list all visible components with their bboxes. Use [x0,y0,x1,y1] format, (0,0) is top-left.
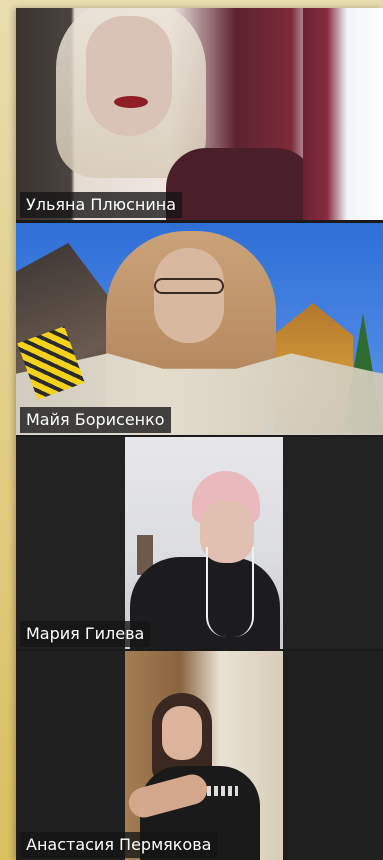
participant-name-label: Мария Гилева [20,621,151,647]
participant-video-feed [16,651,383,860]
video-gallery: Ульяна Плюснина Майя Борисенко Мария Гил… [16,8,383,860]
participant-name-label: Ульяна Плюснина [20,192,183,218]
participant-video-feed [16,223,383,435]
participant-tile-ulyana[interactable]: Ульяна Плюснина [16,8,383,220]
participant-name-label: Анастасия Пермякова [20,832,218,858]
participant-name-label: Майя Борисенко [20,407,171,433]
participant-tile-mayya[interactable]: Майя Борисенко [16,223,383,435]
participant-video-feed [16,437,383,649]
participant-tile-anastasiya[interactable]: Анастасия Пермякова [16,651,383,860]
participant-tile-mariya[interactable]: Мария Гилева [16,437,383,649]
participant-video-feed [16,8,383,220]
